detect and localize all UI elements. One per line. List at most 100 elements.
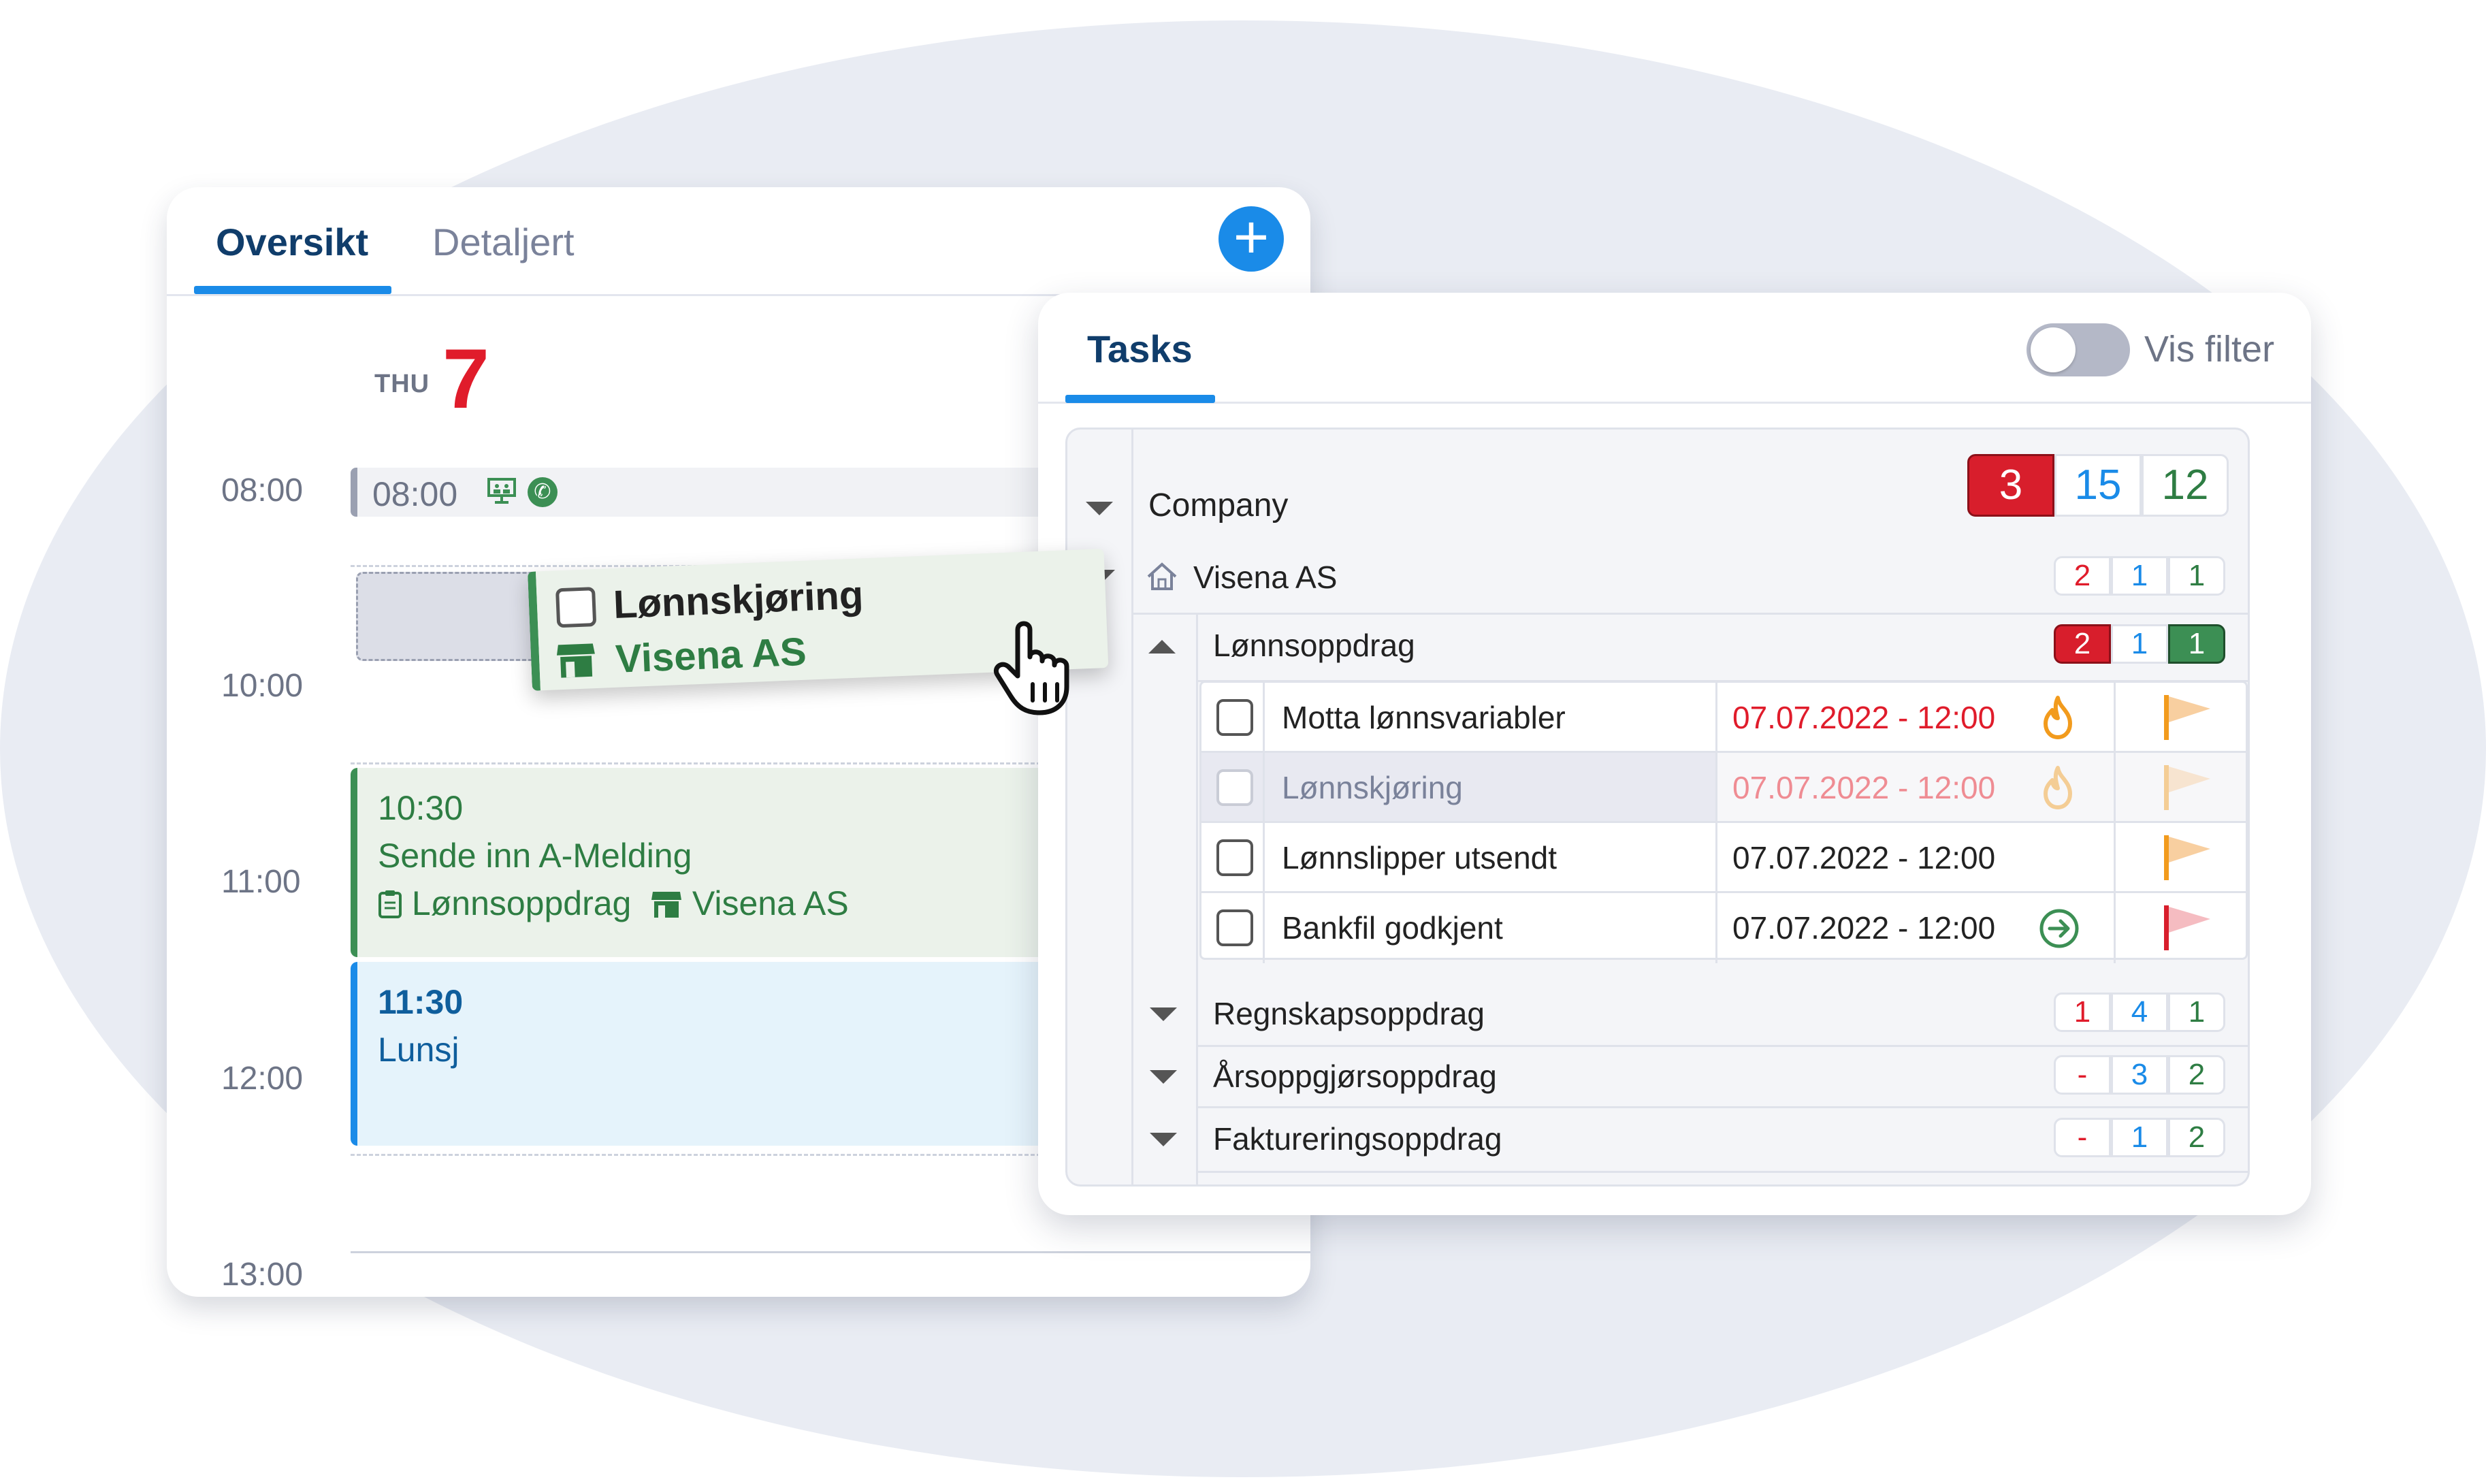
tasks-panel: Tasks Vis filter Company 3 15 12 Visena …	[1038, 293, 2311, 1215]
count-open: 3	[2111, 1055, 2168, 1095]
presentation-icon	[487, 478, 516, 504]
event-title: Lunsj	[378, 1031, 459, 1069]
count-overdue: 3	[1967, 454, 2054, 517]
task-name: Motta lønnsvariabler	[1282, 700, 1566, 735]
group-count-badges: - 1 2	[2054, 1118, 2225, 1157]
task-checkbox[interactable]	[1216, 909, 1253, 946]
task-checkbox[interactable]	[1216, 699, 1253, 736]
count-overdue: 2	[2054, 624, 2111, 664]
count-done: 2	[2168, 1118, 2225, 1157]
event-title: Sende inn A-Melding	[378, 837, 692, 875]
day-name: THU	[374, 370, 430, 398]
time-label: 08:00	[221, 472, 304, 509]
group-count-badges: 1 4 1	[2054, 993, 2225, 1032]
add-button[interactable]: +	[1218, 206, 1284, 272]
event-assignment: Lønnsoppdrag	[378, 884, 631, 923]
row-separator	[1131, 613, 2248, 615]
task-due-date: 07.07.2022 - 12:00	[1732, 700, 1996, 735]
task-row[interactable]: Motta lønnsvariabler 07.07.2022 - 12:00	[1201, 683, 2246, 753]
count-overdue: 1	[2054, 993, 2111, 1032]
task-checkbox[interactable]	[1216, 839, 1253, 876]
count-overdue: 2	[2054, 556, 2111, 596]
flag-orange-icon[interactable]	[2161, 762, 2216, 813]
expand-toggle[interactable]	[1150, 1007, 1177, 1021]
dragged-task-company: Visena AS	[614, 629, 807, 681]
hand-cursor-icon	[994, 621, 1069, 715]
task-name: Bankfil godkjent	[1282, 910, 1503, 946]
count-open: 1	[2111, 624, 2168, 664]
row-separator	[1196, 1106, 2248, 1108]
event-time: 11:30	[378, 983, 464, 1021]
count-done: 1	[2168, 556, 2225, 596]
flag-red-icon[interactable]	[2161, 903, 2216, 953]
count-open: 4	[2111, 993, 2168, 1032]
event-time: 08:00	[372, 475, 458, 513]
time-label: 12:00	[221, 1061, 304, 1097]
filter-label: Vis filter	[2144, 329, 2275, 370]
count-overdue: -	[2054, 1118, 2111, 1157]
home-icon	[1147, 562, 1177, 590]
task-checkbox[interactable]	[555, 587, 597, 628]
task-due-date: 07.07.2022 - 12:00	[1732, 910, 1996, 946]
count-done: 1	[2168, 993, 2225, 1032]
tab-detaljert[interactable]: Detaljert	[432, 220, 575, 264]
drop-target-slot[interactable]	[356, 572, 558, 661]
tree-indent-line	[1131, 430, 1133, 1185]
group-name[interactable]: Årsoppgjørsoppdrag	[1213, 1058, 1497, 1095]
store-icon	[651, 892, 681, 918]
event-time: 10:30	[378, 789, 464, 827]
count-overdue: -	[2054, 1055, 2111, 1095]
expand-toggle[interactable]	[1150, 1133, 1177, 1146]
tab-tasks[interactable]: Tasks	[1087, 327, 1193, 371]
collapse-toggle[interactable]	[1086, 502, 1113, 515]
task-row[interactable]: Lønnslipper utsendt 07.07.2022 - 12:00	[1201, 823, 2246, 893]
task-list: Motta lønnsvariabler 07.07.2022 - 12:00 …	[1199, 681, 2248, 963]
plus-icon: +	[1233, 204, 1270, 272]
fire-icon	[2044, 696, 2072, 739]
day-number: 7	[442, 332, 489, 426]
flag-orange-icon[interactable]	[2161, 692, 2216, 743]
task-name: Lønnslipper utsendt	[1282, 840, 1557, 875]
tasks-header: Tasks Vis filter	[1038, 293, 2311, 404]
count-open: 1	[2111, 556, 2168, 596]
company-count-badges: 2 1 1	[2054, 556, 2225, 596]
group-name[interactable]: Lønnsoppdrag	[1213, 627, 1415, 664]
expand-toggle[interactable]	[1150, 1070, 1177, 1084]
toggle-knob	[2031, 327, 2076, 372]
company-column-header: Company	[1148, 487, 1289, 523]
grid-line	[351, 1251, 1310, 1253]
task-due-date: 07.07.2022 - 12:00	[1732, 770, 1996, 805]
task-due-date: 07.07.2022 - 12:00	[1732, 840, 1996, 875]
fire-icon	[2044, 766, 2072, 809]
tab-oversikt[interactable]: Oversikt	[216, 220, 368, 264]
group-count-badges: 2 1 1	[2054, 624, 2225, 664]
group-name[interactable]: Regnskapsoppdrag	[1213, 995, 1485, 1032]
task-checkbox[interactable]	[1216, 769, 1253, 806]
time-label: 13:00	[221, 1257, 304, 1293]
dragged-task-title: Lønnskjøring	[612, 572, 865, 627]
active-tab-indicator	[194, 286, 391, 294]
group-count-badges: - 3 2	[2054, 1055, 2225, 1095]
count-open: 15	[2054, 454, 2142, 517]
collapse-toggle[interactable]	[1148, 640, 1176, 654]
row-separator	[1196, 1045, 2248, 1047]
count-open: 1	[2111, 1118, 2168, 1157]
task-row[interactable]: Bankfil godkjent 07.07.2022 - 12:00	[1201, 893, 2246, 963]
row-separator	[1196, 1171, 2248, 1173]
store-icon	[556, 643, 595, 678]
count-done: 1	[2168, 624, 2225, 664]
time-label: 11:00	[221, 864, 301, 900]
count-done: 2	[2168, 1055, 2225, 1095]
flag-orange-icon[interactable]	[2161, 833, 2216, 883]
count-done: 12	[2142, 454, 2229, 517]
tree-indent-line	[1196, 613, 1198, 1185]
time-label: 10:00	[221, 668, 304, 704]
group-name[interactable]: Faktureringsoppdrag	[1213, 1120, 1502, 1157]
task-name: Lønnskjøring	[1282, 770, 1463, 805]
phone-icon: ✆	[528, 477, 558, 507]
task-row[interactable]: Lønnskjøring 07.07.2022 - 12:00	[1201, 753, 2246, 823]
event-company: Visena AS	[650, 884, 849, 923]
filter-toggle[interactable]	[2027, 323, 2130, 376]
company-name[interactable]: Visena AS	[1193, 559, 1337, 596]
company-count-badges: 3 15 12	[1967, 454, 2229, 517]
